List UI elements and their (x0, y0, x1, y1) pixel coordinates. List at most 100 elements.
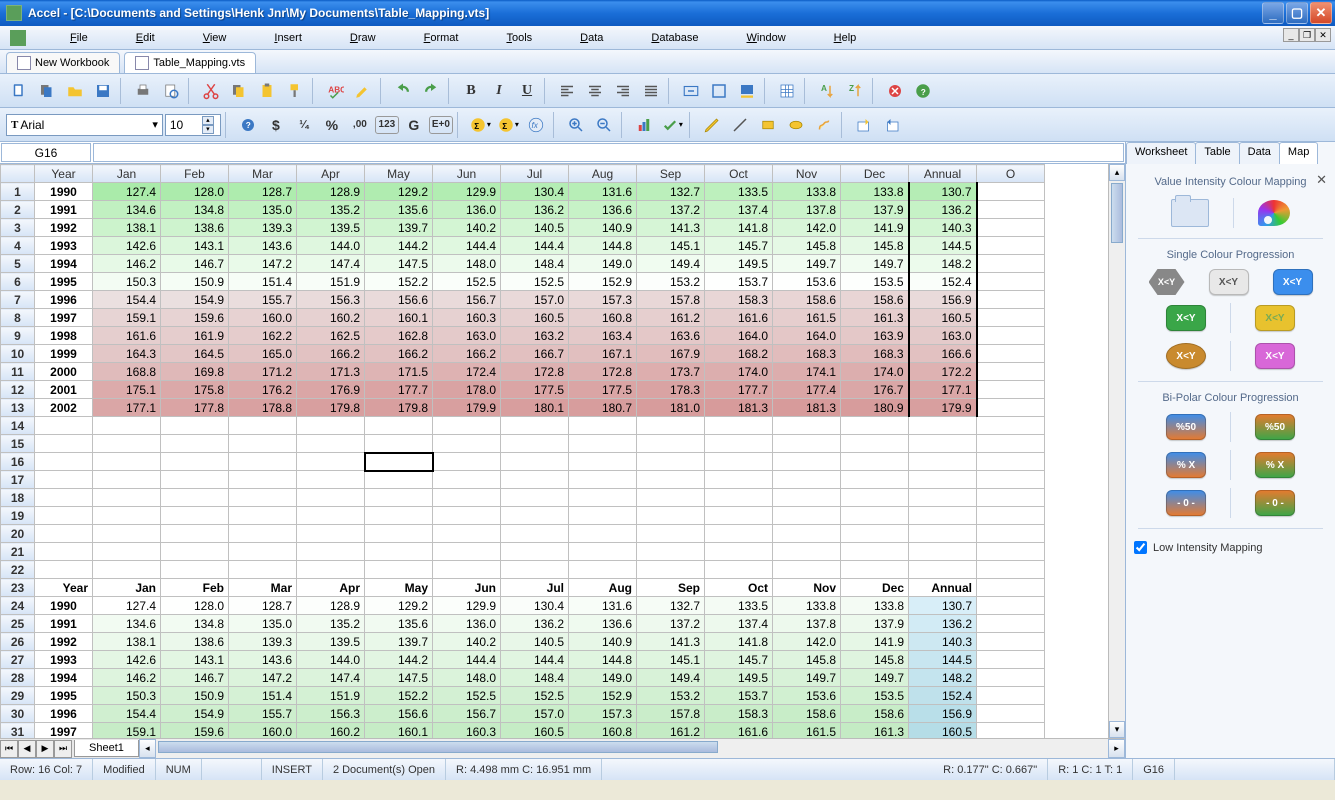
cell[interactable]: 156.7 (433, 705, 501, 723)
cell[interactable] (161, 561, 229, 579)
bipolar-x-blue-button[interactable]: % X (1166, 452, 1206, 478)
cell[interactable] (35, 489, 93, 507)
cell[interactable]: 141.3 (637, 633, 705, 651)
cell[interactable]: 163.2 (501, 327, 569, 345)
cell[interactable] (773, 471, 841, 489)
cell[interactable]: 140.5 (501, 633, 569, 651)
cell[interactable]: 177.5 (569, 381, 637, 399)
cell[interactable] (93, 507, 161, 525)
cell[interactable]: 149.7 (773, 255, 841, 273)
align-right-icon[interactable] (610, 78, 636, 104)
row-header[interactable]: 5 (1, 255, 35, 273)
cell[interactable]: 137.2 (637, 615, 705, 633)
cell[interactable]: 141.8 (705, 633, 773, 651)
cell[interactable]: 161.2 (637, 723, 705, 739)
col-header[interactable]: Nov (773, 165, 841, 183)
cell[interactable]: 163.0 (909, 327, 977, 345)
bipolar-0-orange-button[interactable]: - 0 - (1255, 490, 1295, 516)
cell[interactable]: 138.6 (161, 219, 229, 237)
cell[interactable]: 179.9 (433, 399, 501, 417)
zoom-in-icon[interactable] (563, 112, 589, 138)
print-preview-icon[interactable] (158, 78, 184, 104)
sum-icon[interactable]: Σ▾ (467, 112, 493, 138)
decimal-button[interactable]: ,00 (347, 112, 373, 138)
col-header[interactable]: Sep (637, 165, 705, 183)
row-header[interactable]: 10 (1, 345, 35, 363)
cell[interactable]: 136.2 (909, 615, 977, 633)
cell[interactable]: 153.2 (637, 687, 705, 705)
cell[interactable] (705, 525, 773, 543)
cell[interactable]: 154.4 (93, 291, 161, 309)
cell[interactable]: Annual (909, 579, 977, 597)
cell[interactable]: 142.6 (93, 237, 161, 255)
cell[interactable]: 153.5 (841, 273, 909, 291)
cell[interactable]: 163.6 (637, 327, 705, 345)
row-header[interactable]: 11 (1, 363, 35, 381)
menu-database[interactable]: Database (643, 30, 706, 46)
cell[interactable]: 159.6 (161, 309, 229, 327)
cell[interactable]: 144.4 (433, 651, 501, 669)
cell[interactable] (841, 417, 909, 435)
row-header[interactable]: 16 (1, 453, 35, 471)
cell[interactable] (909, 489, 977, 507)
cell[interactable]: 148.4 (501, 669, 569, 687)
cell[interactable]: 148.4 (501, 255, 569, 273)
cell[interactable]: 152.5 (501, 687, 569, 705)
cell[interactable] (93, 543, 161, 561)
cell[interactable]: 154.4 (93, 705, 161, 723)
cell[interactable]: 148.2 (909, 255, 977, 273)
cell[interactable]: 156.6 (365, 705, 433, 723)
cell[interactable] (841, 435, 909, 453)
side-tab-map[interactable]: Map (1279, 142, 1318, 164)
cell[interactable]: 151.4 (229, 687, 297, 705)
cell[interactable]: 153.5 (841, 687, 909, 705)
row-header[interactable]: 20 (1, 525, 35, 543)
number-button[interactable]: 123 (375, 116, 399, 134)
cell[interactable] (433, 471, 501, 489)
cell[interactable]: 152.9 (569, 687, 637, 705)
cell[interactable] (365, 543, 433, 561)
cell[interactable]: 127.4 (93, 597, 161, 615)
menu-format[interactable]: Format (416, 30, 467, 46)
fill-color-icon[interactable] (734, 78, 760, 104)
cell[interactable] (433, 417, 501, 435)
save-icon[interactable] (90, 78, 116, 104)
cell[interactable]: 130.7 (909, 183, 977, 201)
cell[interactable]: 145.1 (637, 651, 705, 669)
cell[interactable]: 134.6 (93, 201, 161, 219)
col-header[interactable]: Year (35, 165, 93, 183)
mdi-minimize-button[interactable]: _ (1283, 28, 1299, 42)
cell[interactable] (433, 507, 501, 525)
cell[interactable] (501, 543, 569, 561)
cell[interactable]: 138.1 (93, 219, 161, 237)
menu-draw[interactable]: Draw (342, 30, 384, 46)
col-header[interactable]: Jan (93, 165, 161, 183)
delete-icon[interactable] (882, 78, 908, 104)
cell[interactable]: 160.5 (501, 723, 569, 739)
italic-button[interactable]: I (486, 78, 512, 104)
cell[interactable]: 157.0 (501, 705, 569, 723)
cell[interactable]: 166.6 (909, 345, 977, 363)
cell[interactable] (977, 489, 1045, 507)
cell[interactable]: 136.2 (501, 201, 569, 219)
cell[interactable]: 134.6 (93, 615, 161, 633)
line-icon[interactable] (727, 112, 753, 138)
cell[interactable] (569, 471, 637, 489)
cell[interactable] (909, 417, 977, 435)
cell[interactable]: 146.2 (93, 669, 161, 687)
cell[interactable]: 137.4 (705, 201, 773, 219)
cell[interactable] (569, 453, 637, 471)
cell[interactable] (161, 417, 229, 435)
cell[interactable]: 139.7 (365, 219, 433, 237)
paste-icon[interactable] (254, 78, 280, 104)
cell[interactable]: 157.8 (637, 291, 705, 309)
cell[interactable]: 181.3 (705, 399, 773, 417)
cell[interactable] (501, 417, 569, 435)
cell[interactable]: 138.1 (93, 633, 161, 651)
cell[interactable] (229, 507, 297, 525)
cell[interactable]: 140.5 (501, 219, 569, 237)
cell[interactable]: 131.6 (569, 183, 637, 201)
cell[interactable] (909, 471, 977, 489)
cell[interactable]: 137.4 (705, 615, 773, 633)
cell[interactable]: 148.0 (433, 255, 501, 273)
